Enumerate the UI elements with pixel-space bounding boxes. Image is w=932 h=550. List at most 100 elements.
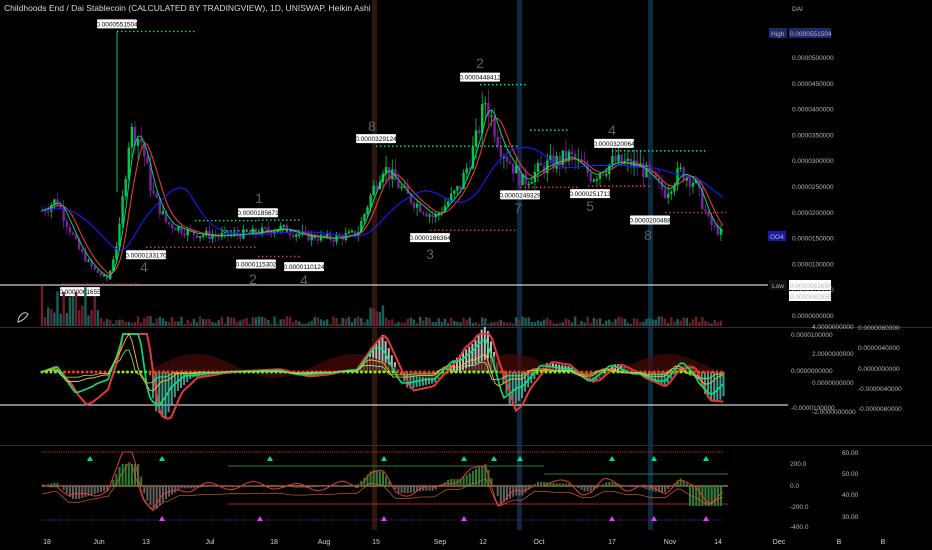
rsi-top-dot (274, 451, 276, 453)
volume-bar (226, 316, 230, 326)
volume-bar (710, 323, 713, 326)
rsi-up-marker (159, 456, 165, 461)
rsi-top-dot (675, 451, 677, 453)
osc-hist-bar (462, 352, 465, 372)
rsi-top-dot (215, 451, 217, 453)
rsi-bottom-dot (551, 519, 554, 521)
candle-body (363, 214, 366, 221)
rsi-top-dot (92, 451, 94, 453)
volume-bar (465, 319, 468, 326)
rsi-top-dot (72, 451, 74, 453)
osc-zero-dot (418, 370, 422, 374)
rsi-top-dot (470, 451, 472, 453)
rsi-top-dot (448, 451, 450, 453)
rsi-bottom-dot (87, 519, 89, 521)
rsi-bottom-dot (525, 519, 527, 521)
rsi-bottom-dot (356, 519, 358, 521)
rsi-top-dot (252, 451, 254, 453)
candle-body (679, 167, 682, 169)
highlight-band-aug (372, 0, 377, 530)
osc-zero-dot (396, 370, 399, 374)
rsi-top-dot (243, 451, 245, 453)
rsi-bottom-dot (710, 519, 712, 521)
rsi-bottom-dot (503, 519, 505, 521)
rsi-top-dot (122, 451, 124, 453)
rsi-top-dot (400, 451, 402, 453)
volume-bar (453, 320, 456, 326)
rsi-left-tick: -200.0 (790, 504, 809, 511)
current-tag: OO4 (770, 234, 784, 241)
osc-zero-dot (661, 370, 665, 374)
candle-body (499, 146, 502, 157)
chart-svg[interactable]: 18 Jun 13 Jul 18 Aug 15 Sep 12 Oct 17 Nov 14 Dec B B0.0… (0, 0, 932, 550)
rsi-bottom-dot (127, 519, 129, 521)
rsi-bottom-dot (479, 519, 481, 521)
volume-bar (273, 316, 276, 326)
rsi-top-dot (613, 451, 615, 453)
rsi-up-marker (609, 456, 615, 461)
volume-bar (68, 297, 72, 326)
rsi-bottom-dot (567, 519, 569, 521)
rsi-top-dot (644, 451, 646, 453)
rsi-bottom-dot (404, 519, 406, 521)
rsi-top-dot (459, 451, 461, 453)
volume-bar (471, 322, 475, 326)
rsi-hist-bar (608, 481, 611, 486)
rsi-bottom-dot (144, 519, 146, 521)
rsi-top-dot (41, 451, 43, 453)
candle-body (282, 225, 285, 227)
candle-body (93, 266, 96, 270)
rsi-up-marker (87, 456, 93, 461)
osc-zero-dot (72, 370, 75, 374)
rsi-top-dot (116, 451, 118, 453)
rsi-top-dot (114, 451, 116, 453)
rsi-top-dot (94, 451, 96, 453)
candle-body (592, 179, 595, 182)
rsi-top-dot (208, 451, 210, 453)
rsi-bottom-dot (644, 519, 646, 521)
rsi-top-dot (281, 451, 283, 453)
osc-zero-dot (715, 370, 719, 374)
volume-bar (707, 322, 710, 326)
rsi-bottom-dot (516, 519, 518, 521)
rsi-hist-bar (267, 484, 270, 486)
rsi-bottom-dot (587, 519, 589, 521)
osc-zero-dot (148, 370, 152, 374)
volume-bar (313, 316, 316, 326)
candle-body (670, 191, 673, 194)
rsi-top-dot (580, 451, 582, 453)
rsi-top-dot (316, 451, 318, 453)
rsi-hist-bar (611, 481, 614, 486)
rsi-pink-marker (703, 516, 709, 521)
volume-bar (322, 320, 326, 326)
rsi-bottom-dot (327, 519, 329, 521)
volume-bar (78, 310, 81, 326)
rsi-top-dot (391, 451, 393, 453)
rsi-bottom-dot (331, 519, 333, 521)
rsi-bottom-dot (483, 519, 485, 521)
chart-stage[interactable]: Childhoods End / Dai Stablecoin (CALCULA… (0, 0, 932, 550)
rsi-top-dot (151, 451, 153, 453)
osc-right-tick: -0.0000080000 (858, 406, 902, 413)
rsi-bottom-dot (285, 519, 287, 521)
rsi-hist-bar (273, 484, 276, 486)
rsi-bottom-dot (452, 519, 454, 521)
rsi-top-dot (710, 451, 712, 453)
rsi-bottom-dot (186, 519, 188, 521)
rsi-top-dot (320, 451, 322, 453)
rsi-top-dot (622, 451, 624, 453)
volume-bar (353, 318, 357, 326)
rsi-top-dot (661, 451, 664, 453)
volume-bar (264, 317, 267, 326)
rsi-hist-bar (186, 486, 189, 489)
rsi-bottom-dot (578, 519, 580, 521)
volume-bar (512, 323, 515, 326)
candle-body (605, 173, 608, 176)
rsi-top-dot (356, 451, 358, 453)
rsi-hist-bar (313, 486, 316, 488)
osc-zero-dot (157, 370, 161, 374)
candle-body (570, 151, 574, 155)
rsi-bottom-dot (323, 519, 325, 521)
volume-bar (440, 322, 444, 326)
rsi-bottom-dot (133, 519, 135, 521)
